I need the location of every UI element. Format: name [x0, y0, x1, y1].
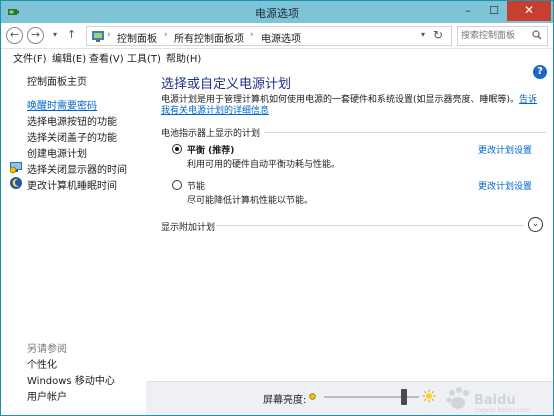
brightness-label: 屏幕亮度: — [263, 395, 307, 406]
expand-chevron-icon[interactable]: ⌄ — [528, 217, 543, 232]
radio-balanced[interactable] — [172, 144, 182, 154]
brightness-bar: 屏幕亮度: Baidu jingyan.baidu.com — [146, 381, 553, 415]
search-box[interactable] — [457, 26, 548, 46]
page-description: 电源计划是用于管理计算机如何使用电源的一套硬件和系统设置(如显示器亮度、睡眠等)… — [161, 95, 546, 117]
plan-balanced-desc: 利用可用的硬件自动平衡功耗与性能。 — [187, 160, 341, 170]
sidebar: 控制面板主页 唤醒时需要密码 选择电源按钮的功能 选择关闭盖子的功能 创建电源计… — [1, 65, 146, 415]
menu-help[interactable]: 帮助(H) — [166, 50, 201, 65]
up-button[interactable]: ↑ — [67, 28, 76, 41]
description-text: 电源计划是用于管理计算机如何使用电源的一套硬件和系统设置(如显示器亮度、睡眠等)… — [161, 95, 520, 105]
forward-button[interactable]: → — [27, 27, 44, 44]
breadcrumb-all-items[interactable]: 所有控制面板项 — [174, 30, 244, 45]
plan-balanced[interactable]: 平衡 (推荐) 利用可用的硬件自动平衡功耗与性能。 更改计划设置 — [172, 143, 542, 173]
sidebar-link-wake-password[interactable]: 唤醒时需要密码 — [27, 97, 97, 112]
sidebar-link-lid-close[interactable]: 选择关闭盖子的功能 — [27, 129, 117, 144]
see-also-mobility-center[interactable]: Windows 移动中心 — [27, 372, 115, 387]
plan-balanced-name: 平衡 (推荐) — [187, 146, 235, 156]
sidebar-link-create-plan[interactable]: 创建电源计划 — [27, 145, 87, 160]
section-divider — [264, 132, 546, 133]
sidebar-link-power-button[interactable]: 选择电源按钮的功能 — [27, 113, 117, 128]
breadcrumb-power-options[interactable]: 电源选项 — [261, 30, 301, 45]
radio-power-saver[interactable] — [172, 180, 182, 190]
recent-pages-dropdown[interactable]: ▾ — [53, 30, 57, 39]
see-also-heading: 另请参阅 — [27, 344, 67, 355]
breadcrumb-control-panel[interactable]: 控制面板 — [117, 30, 157, 45]
close-button[interactable]: ✕ — [507, 1, 551, 21]
title-bar[interactable]: 电源选项 – ☐ ✕ — [1, 1, 553, 23]
plan-power-saver-settings-link[interactable]: 更改计划设置 — [478, 179, 532, 192]
menu-tools[interactable]: 工具(T) — [127, 50, 161, 65]
search-input[interactable] — [461, 29, 531, 43]
svg-text:Baidu: Baidu — [474, 393, 516, 408]
page-title: 选择或自定义电源计划 — [161, 77, 292, 92]
refresh-button[interactable]: ↻ — [433, 28, 443, 42]
sidebar-link-display-off[interactable]: 选择关闭显示器的时间 — [27, 161, 127, 176]
sidebar-home-link[interactable]: 控制面板主页 — [27, 73, 87, 88]
show-additional-plans[interactable]: 显示附加计划 — [161, 220, 215, 233]
baidu-watermark-logo: Baidu jingyan.baidu.com — [446, 387, 530, 414]
menu-view[interactable]: 查看(V) — [89, 50, 124, 65]
window: 电源选项 – ☐ ✕ ← → ▾ ↑ › 控制面板 › 所有控制面板项 › 电源… — [0, 0, 554, 416]
address-bar-row: ← → ▾ ↑ › 控制面板 › 所有控制面板项 › 电源选项 ▾ ↻ — [1, 23, 553, 49]
section-label-battery-plans: 电池指示器上显示的计划 — [161, 129, 261, 139]
breadcrumb-separator: › — [164, 30, 168, 40]
breadcrumb-separator: › — [250, 30, 254, 40]
maximize-button[interactable]: ☐ — [481, 1, 507, 21]
address-dropdown[interactable]: ▾ — [421, 30, 425, 39]
control-panel-icon — [92, 31, 104, 42]
search-icon — [532, 30, 542, 40]
main-content: 选择或自定义电源计划 电源计划是用于管理计算机如何使用电源的一套硬件和系统设置(… — [146, 65, 553, 415]
see-also-user-accounts[interactable]: 用户帐户 — [27, 388, 67, 403]
plan-power-saver-name: 节能 — [187, 182, 206, 192]
plan-power-saver-desc: 尽可能降低计算机性能以节能。 — [187, 196, 314, 206]
sleep-moon-icon — [10, 177, 22, 189]
plan-power-saver[interactable]: 节能 尽可能降低计算机性能以节能。 更改计划设置 — [172, 179, 542, 209]
section-divider — [216, 225, 524, 226]
brightness-slider-track[interactable] — [324, 389, 419, 405]
sidebar-link-sleep-time[interactable]: 更改计算机睡眠时间 — [27, 177, 117, 192]
menu-bar: 文件(F) 编辑(E) 查看(V) 工具(T) 帮助(H) — [1, 49, 553, 65]
menu-file[interactable]: 文件(F) — [13, 50, 47, 65]
see-also-personalization[interactable]: 个性化 — [27, 356, 57, 371]
brightness-high-icon — [422, 389, 436, 403]
plan-balanced-settings-link[interactable]: 更改计划设置 — [478, 143, 532, 156]
monitor-icon — [9, 162, 22, 174]
svg-text:jingyan.baidu.com: jingyan.baidu.com — [473, 407, 530, 414]
minimize-button[interactable]: – — [455, 1, 481, 21]
breadcrumb-separator: › — [107, 30, 111, 40]
brightness-slider-thumb[interactable] — [401, 389, 407, 405]
address-box[interactable]: › 控制面板 › 所有控制面板项 › 电源选项 ▾ ↻ — [86, 26, 452, 46]
back-button[interactable]: ← — [6, 27, 23, 44]
menu-edit[interactable]: 编辑(E) — [52, 50, 86, 65]
brightness-low-icon — [309, 393, 316, 400]
